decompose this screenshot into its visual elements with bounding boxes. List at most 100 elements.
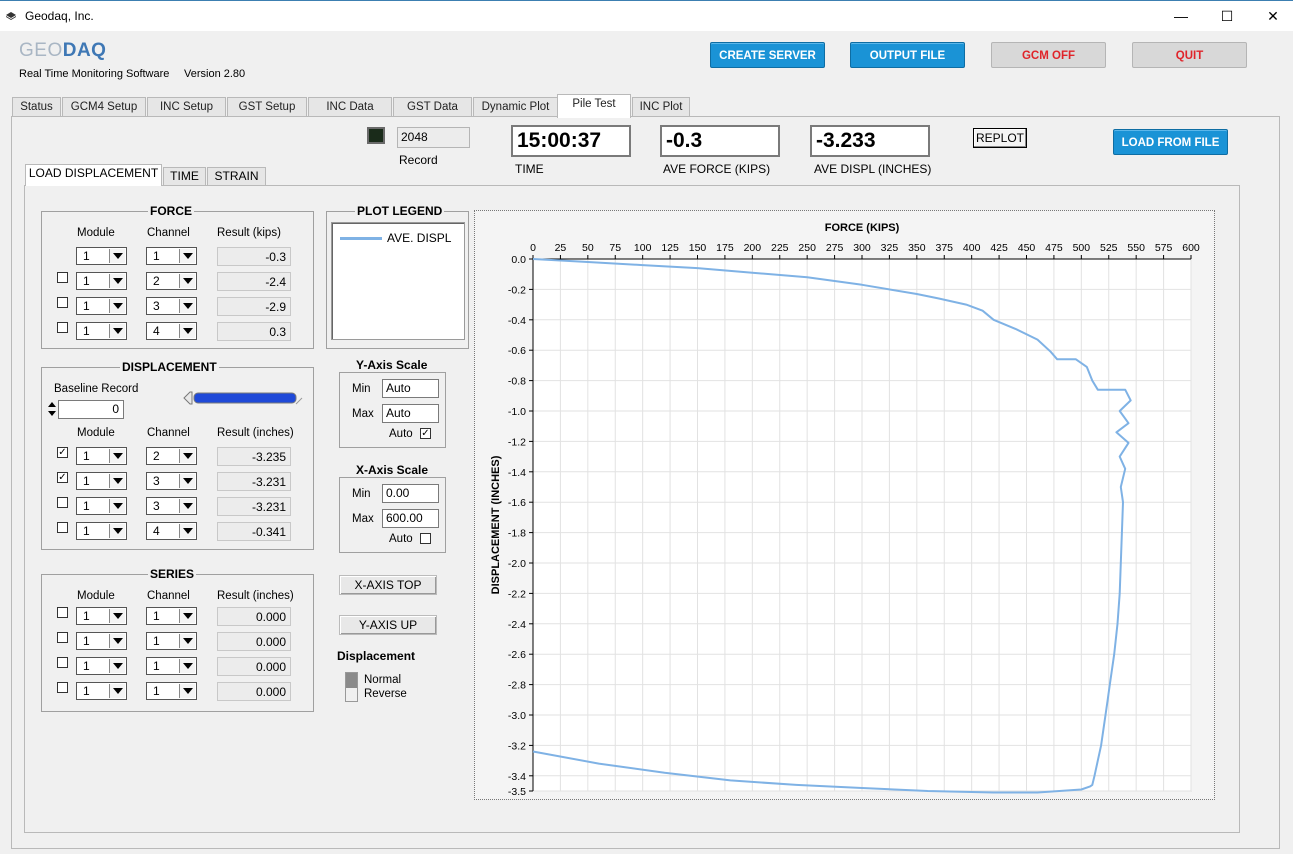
series-result-header: Result (inches) <box>217 590 294 602</box>
series-module-header: Module <box>77 590 115 602</box>
force-result: -2.9 <box>217 297 291 316</box>
x-max-input[interactable]: 600.00 <box>382 509 439 528</box>
close-button[interactable]: ✕ <box>1250 1 1293 31</box>
force-result: 0.3 <box>217 322 291 341</box>
quit-button[interactable]: QUIT <box>1132 42 1247 68</box>
displacement-module-select[interactable]: 1 <box>76 497 127 515</box>
displacement-row-checkbox[interactable]: ✓ <box>57 447 68 458</box>
series-row-checkbox[interactable] <box>57 632 68 643</box>
series-channel-select[interactable]: 1 <box>146 607 197 625</box>
tab-inc-data[interactable]: INC Data <box>308 97 392 116</box>
force-row-checkbox[interactable] <box>57 322 68 333</box>
tab-inc-setup[interactable]: INC Setup <box>147 97 226 116</box>
load-from-file-button[interactable]: LOAD FROM FILE <box>1113 129 1228 155</box>
series-module-select[interactable]: 1 <box>76 632 127 650</box>
replot-button[interactable]: REPLOT <box>973 128 1027 148</box>
force-module-select[interactable]: 1 <box>76 322 127 340</box>
displacement-reverse-label: Reverse <box>364 688 407 700</box>
displacement-module-select[interactable]: 1 <box>76 447 127 465</box>
force-channel-select[interactable]: 2 <box>146 272 197 290</box>
displacement-module-select[interactable]: 1 <box>76 472 127 490</box>
displacement-result: -3.231 <box>217 472 291 491</box>
tab-load-displacement[interactable]: LOAD DISPLACEMENT <box>25 164 162 186</box>
force-row-checkbox[interactable] <box>57 272 68 283</box>
baseline-slider[interactable] <box>182 389 304 407</box>
chevron-down-icon <box>109 524 125 538</box>
y-min-input[interactable]: Auto <box>382 379 439 398</box>
y-max-input[interactable]: Auto <box>382 404 439 423</box>
displacement-channel-select[interactable]: 2 <box>146 447 197 465</box>
force-row-checkbox[interactable] <box>57 297 68 308</box>
y-tick-label: -1.6 <box>508 497 526 509</box>
baseline-stepper[interactable] <box>47 400 57 418</box>
tab-status[interactable]: Status <box>12 97 61 116</box>
series-module-select[interactable]: 1 <box>76 657 127 675</box>
tab-gst-setup[interactable]: GST Setup <box>227 97 307 116</box>
ave-force-readout: -0.3 <box>660 125 780 157</box>
series-row-checkbox[interactable] <box>57 682 68 693</box>
series-row-checkbox[interactable] <box>57 657 68 668</box>
create-server-button[interactable]: CREATE SERVER <box>710 42 825 68</box>
maximize-button[interactable]: ☐ <box>1204 1 1250 31</box>
force-module-select[interactable]: 1 <box>76 247 127 265</box>
series-channel-select[interactable]: 1 <box>146 632 197 650</box>
displacement-module-header: Module <box>77 427 115 439</box>
x-tick-label: 575 <box>1155 242 1173 254</box>
displacement-channel-select[interactable]: 3 <box>146 472 197 490</box>
displacement-module-select[interactable]: 1 <box>76 522 127 540</box>
tab-time[interactable]: TIME <box>163 167 206 185</box>
baseline-record-label: Baseline Record <box>54 383 139 395</box>
displacement-result: -0.341 <box>217 522 291 541</box>
tab-pile-test[interactable]: Pile Test <box>557 94 631 118</box>
tab-strain[interactable]: STRAIN <box>207 167 266 185</box>
chevron-down-icon <box>109 659 125 673</box>
chevron-down-icon <box>109 634 125 648</box>
minimize-button[interactable]: — <box>1158 1 1204 31</box>
chevron-down-icon <box>179 609 195 623</box>
tab-dynamic-plot[interactable]: Dynamic Plot <box>473 97 558 116</box>
force-channel-select[interactable]: 4 <box>146 322 197 340</box>
baseline-record-input[interactable]: 0 <box>58 400 124 419</box>
tab-inc-plot[interactable]: INC Plot <box>632 97 690 116</box>
x-min-input[interactable]: 0.00 <box>382 484 439 503</box>
series-row-checkbox[interactable] <box>57 607 68 618</box>
displacement-channel-select[interactable]: 4 <box>146 522 197 540</box>
y-auto-checkbox[interactable]: ✓ <box>420 428 431 439</box>
x-tick-label: 75 <box>609 242 621 254</box>
x-axis-top-button[interactable]: X-AXIS TOP <box>339 575 437 595</box>
force-module-select[interactable]: 1 <box>76 297 127 315</box>
tab-gcm4-setup[interactable]: GCM4 Setup <box>62 97 146 116</box>
stepper-arrows-icon <box>48 402 56 416</box>
x-tick-label: 400 <box>963 242 981 254</box>
slider-handle[interactable] <box>183 391 193 405</box>
displacement-channel-select[interactable]: 3 <box>146 497 197 515</box>
force-channel-select[interactable]: 3 <box>146 297 197 315</box>
load-displacement-plot[interactable]: 0 25 50 75 100 125 150 175 200 225 250 275 300 325 350… <box>474 210 1215 800</box>
force-module-select[interactable]: 1 <box>76 272 127 290</box>
x-tick-label: 25 <box>555 242 567 254</box>
tab-gst-data[interactable]: GST Data <box>393 97 472 116</box>
displacement-mode-switch[interactable] <box>345 672 358 702</box>
displacement-row-checkbox[interactable] <box>57 522 68 533</box>
series-result: 0.000 <box>217 607 291 626</box>
series-channel-select[interactable]: 1 <box>146 657 197 675</box>
y-tick-label: -3.0 <box>508 710 526 722</box>
displacement-row-checkbox[interactable]: ✓ <box>57 472 68 483</box>
series-channel-select[interactable]: 1 <box>146 682 197 700</box>
x-tick-label: 150 <box>689 242 707 254</box>
force-channel-select[interactable]: 1 <box>146 247 197 265</box>
output-file-button[interactable]: OUTPUT FILE <box>850 42 965 68</box>
y-tick-label: -1.0 <box>508 406 526 418</box>
geodaq-logo: GEODAQ <box>19 40 107 61</box>
y-axis-up-button[interactable]: Y-AXIS UP <box>339 615 437 635</box>
chevron-down-icon <box>109 684 125 698</box>
x-tick-label: 275 <box>826 242 844 254</box>
x-tick-label: 125 <box>661 242 679 254</box>
app-icon <box>6 12 16 20</box>
x-auto-checkbox[interactable] <box>420 533 431 544</box>
series-module-select[interactable]: 1 <box>76 682 127 700</box>
displacement-row-checkbox[interactable] <box>57 497 68 508</box>
gcm-off-button[interactable]: GCM OFF <box>991 42 1106 68</box>
series-module-select[interactable]: 1 <box>76 607 127 625</box>
y-tick-label: -2.6 <box>508 649 526 661</box>
